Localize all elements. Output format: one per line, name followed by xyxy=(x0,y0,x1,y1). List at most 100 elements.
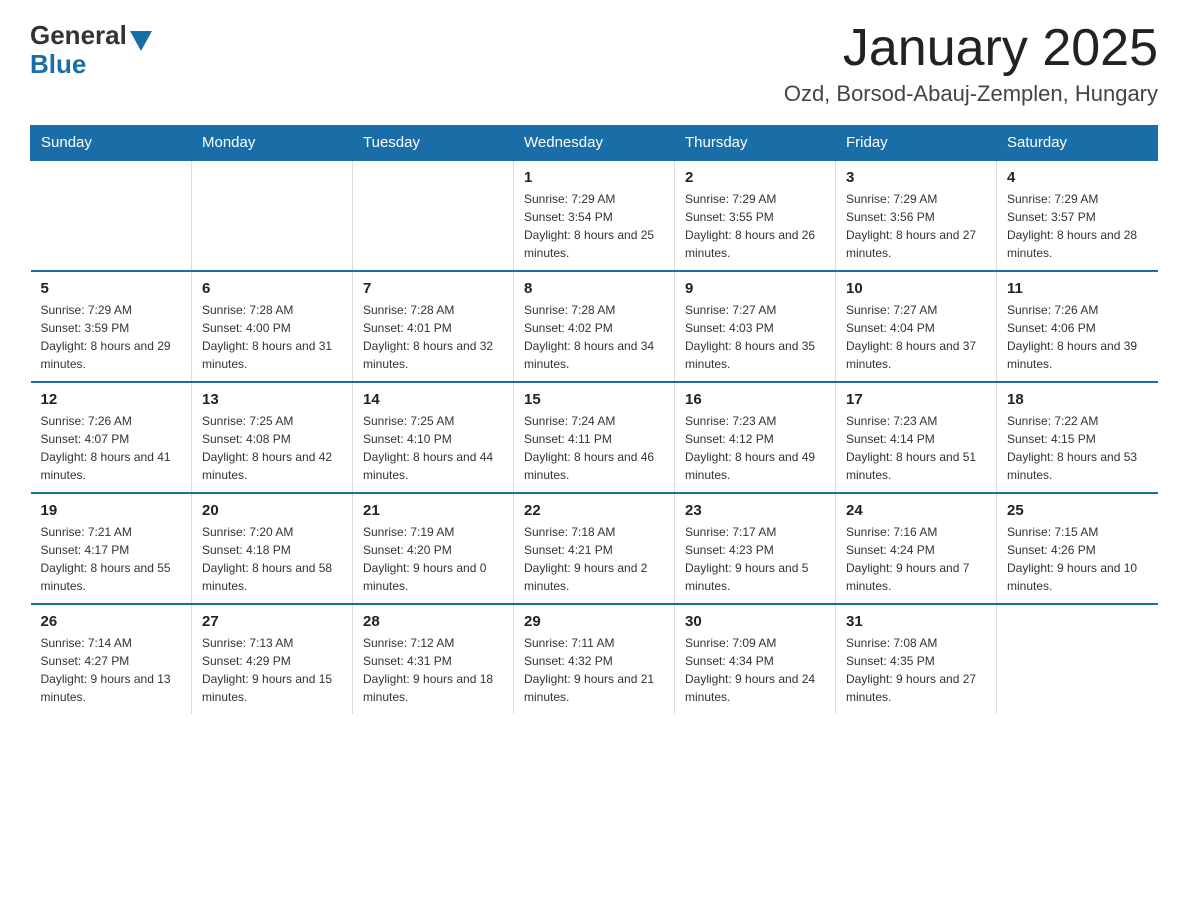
calendar-cell: 1Sunrise: 7:29 AMSunset: 3:54 PMDaylight… xyxy=(514,160,675,271)
day-info: Sunrise: 7:20 AMSunset: 4:18 PMDaylight:… xyxy=(202,523,342,595)
calendar-cell: 31 Sunrise: 7:08 AMSunset: 4:35 PMDayligh… xyxy=(836,604,997,714)
day-number: 1 xyxy=(524,169,664,186)
day-number: 4 xyxy=(1007,169,1148,186)
day-info: Sunrise: 7:15 AMSunset: 4:26 PMDaylight:… xyxy=(1007,523,1148,595)
calendar-cell xyxy=(997,604,1158,714)
day-info: Sunrise: 7:28 AMSunset: 4:02 PMDaylight:… xyxy=(524,301,664,373)
calendar-cell: 18 Sunrise: 7:22 AMSunset: 4:15 PMDayligh… xyxy=(997,382,1158,493)
calendar-cell xyxy=(192,160,353,271)
calendar-cell xyxy=(31,160,192,271)
calendar-cell: 24Sunrise: 7:16 AMSunset: 4:24 PMDayligh… xyxy=(836,493,997,604)
day-info: Sunrise: 7:18 AMSunset: 4:21 PMDaylight:… xyxy=(524,523,664,595)
weekday-header-thursday: Thursday xyxy=(675,126,836,161)
calendar-cell: 25 Sunrise: 7:15 AMSunset: 4:26 PMDayligh… xyxy=(997,493,1158,604)
day-number: 2 xyxy=(685,169,825,186)
calendar-week-row: 19 Sunrise: 7:21 AMSunset: 4:17 PMDayligh… xyxy=(31,493,1158,604)
weekday-header-saturday: Saturday xyxy=(997,126,1158,161)
calendar-cell: 5 Sunrise: 7:29 AMSunset: 3:59 PMDaylight… xyxy=(31,271,192,382)
day-number: 20 xyxy=(202,502,342,519)
day-number: 13 xyxy=(202,391,342,408)
day-number: 8 xyxy=(524,280,664,297)
day-info: Sunrise: 7:24 AMSunset: 4:11 PMDaylight:… xyxy=(524,412,664,484)
day-info: Sunrise: 7:26 AMSunset: 4:07 PMDaylight:… xyxy=(41,412,182,484)
calendar-cell: 4 Sunrise: 7:29 AMSunset: 3:57 PMDaylight… xyxy=(997,160,1158,271)
day-number: 17 xyxy=(846,391,986,408)
day-number: 30 xyxy=(685,613,825,630)
day-number: 11 xyxy=(1007,280,1148,297)
day-info: Sunrise: 7:25 AMSunset: 4:10 PMDaylight:… xyxy=(363,412,503,484)
day-number: 19 xyxy=(41,502,182,519)
day-info: Sunrise: 7:21 AMSunset: 4:17 PMDaylight:… xyxy=(41,523,182,595)
calendar-subtitle: Ozd, Borsod-Abauj-Zemplen, Hungary xyxy=(784,81,1158,107)
logo-general-text: General xyxy=(30,20,127,51)
day-info: Sunrise: 7:23 AMSunset: 4:12 PMDaylight:… xyxy=(685,412,825,484)
day-number: 29 xyxy=(524,613,664,630)
calendar-week-row: 12Sunrise: 7:26 AMSunset: 4:07 PMDayligh… xyxy=(31,382,1158,493)
weekday-header-row: SundayMondayTuesdayWednesdayThursdayFrid… xyxy=(31,126,1158,161)
calendar-cell: 21 Sunrise: 7:19 AMSunset: 4:20 PMDayligh… xyxy=(353,493,514,604)
calendar-week-row: 1Sunrise: 7:29 AMSunset: 3:54 PMDaylight… xyxy=(31,160,1158,271)
calendar-cell: 3 Sunrise: 7:29 AMSunset: 3:56 PMDaylight… xyxy=(836,160,997,271)
day-info: Sunrise: 7:29 AMSunset: 3:57 PMDaylight:… xyxy=(1007,190,1148,262)
day-number: 9 xyxy=(685,280,825,297)
day-number: 15 xyxy=(524,391,664,408)
day-info: Sunrise: 7:11 AMSunset: 4:32 PMDaylight:… xyxy=(524,634,664,706)
calendar-title: January 2025 xyxy=(784,20,1158,77)
day-info: Sunrise: 7:08 AMSunset: 4:35 PMDaylight:… xyxy=(846,634,986,706)
calendar-cell: 6 Sunrise: 7:28 AMSunset: 4:00 PMDaylight… xyxy=(192,271,353,382)
day-info: Sunrise: 7:28 AMSunset: 4:00 PMDaylight:… xyxy=(202,301,342,373)
day-info: Sunrise: 7:27 AMSunset: 4:04 PMDaylight:… xyxy=(846,301,986,373)
calendar-cell: 8 Sunrise: 7:28 AMSunset: 4:02 PMDaylight… xyxy=(514,271,675,382)
weekday-header-friday: Friday xyxy=(836,126,997,161)
day-number: 7 xyxy=(363,280,503,297)
calendar-cell: 29 Sunrise: 7:11 AMSunset: 4:32 PMDayligh… xyxy=(514,604,675,714)
day-info: Sunrise: 7:23 AMSunset: 4:14 PMDaylight:… xyxy=(846,412,986,484)
day-number: 16 xyxy=(685,391,825,408)
day-number: 21 xyxy=(363,502,503,519)
day-number: 28 xyxy=(363,613,503,630)
title-area: January 2025 Ozd, Borsod-Abauj-Zemplen, … xyxy=(784,20,1158,107)
weekday-header-wednesday: Wednesday xyxy=(514,126,675,161)
day-info: Sunrise: 7:29 AMSunset: 3:56 PMDaylight:… xyxy=(846,190,986,262)
calendar-cell: 16 Sunrise: 7:23 AMSunset: 4:12 PMDayligh… xyxy=(675,382,836,493)
day-info: Sunrise: 7:27 AMSunset: 4:03 PMDaylight:… xyxy=(685,301,825,373)
calendar-cell: 27Sunrise: 7:13 AMSunset: 4:29 PMDayligh… xyxy=(192,604,353,714)
day-number: 5 xyxy=(41,280,182,297)
day-number: 25 xyxy=(1007,502,1148,519)
calendar-cell: 23Sunrise: 7:17 AMSunset: 4:23 PMDayligh… xyxy=(675,493,836,604)
weekday-header-tuesday: Tuesday xyxy=(353,126,514,161)
logo: General Blue xyxy=(30,20,152,77)
calendar-week-row: 26Sunrise: 7:14 AMSunset: 4:27 PMDayligh… xyxy=(31,604,1158,714)
calendar-cell: 17 Sunrise: 7:23 AMSunset: 4:14 PMDayligh… xyxy=(836,382,997,493)
calendar-cell: 10Sunrise: 7:27 AMSunset: 4:04 PMDayligh… xyxy=(836,271,997,382)
calendar-table: SundayMondayTuesdayWednesdayThursdayFrid… xyxy=(30,125,1158,714)
day-info: Sunrise: 7:25 AMSunset: 4:08 PMDaylight:… xyxy=(202,412,342,484)
day-number: 22 xyxy=(524,502,664,519)
weekday-header-monday: Monday xyxy=(192,126,353,161)
calendar-cell: 14 Sunrise: 7:25 AMSunset: 4:10 PMDayligh… xyxy=(353,382,514,493)
day-info: Sunrise: 7:28 AMSunset: 4:01 PMDaylight:… xyxy=(363,301,503,373)
calendar-cell: 22 Sunrise: 7:18 AMSunset: 4:21 PMDayligh… xyxy=(514,493,675,604)
day-number: 31 xyxy=(846,613,986,630)
day-info: Sunrise: 7:17 AMSunset: 4:23 PMDaylight:… xyxy=(685,523,825,595)
day-info: Sunrise: 7:22 AMSunset: 4:15 PMDaylight:… xyxy=(1007,412,1148,484)
day-info: Sunrise: 7:14 AMSunset: 4:27 PMDaylight:… xyxy=(41,634,182,706)
calendar-cell: 13 Sunrise: 7:25 AMSunset: 4:08 PMDayligh… xyxy=(192,382,353,493)
calendar-cell: 19 Sunrise: 7:21 AMSunset: 4:17 PMDayligh… xyxy=(31,493,192,604)
logo-blue-text: Blue xyxy=(30,51,86,77)
day-number: 3 xyxy=(846,169,986,186)
day-info: Sunrise: 7:12 AMSunset: 4:31 PMDaylight:… xyxy=(363,634,503,706)
day-number: 14 xyxy=(363,391,503,408)
calendar-cell: 15 Sunrise: 7:24 AMSunset: 4:11 PMDayligh… xyxy=(514,382,675,493)
day-info: Sunrise: 7:16 AMSunset: 4:24 PMDaylight:… xyxy=(846,523,986,595)
calendar-cell: 7 Sunrise: 7:28 AMSunset: 4:01 PMDaylight… xyxy=(353,271,514,382)
calendar-cell: 28 Sunrise: 7:12 AMSunset: 4:31 PMDayligh… xyxy=(353,604,514,714)
day-info: Sunrise: 7:29 AMSunset: 3:59 PMDaylight:… xyxy=(41,301,182,373)
day-info: Sunrise: 7:26 AMSunset: 4:06 PMDaylight:… xyxy=(1007,301,1148,373)
day-number: 6 xyxy=(202,280,342,297)
weekday-header-sunday: Sunday xyxy=(31,126,192,161)
calendar-week-row: 5 Sunrise: 7:29 AMSunset: 3:59 PMDaylight… xyxy=(31,271,1158,382)
day-number: 18 xyxy=(1007,391,1148,408)
calendar-cell: 12Sunrise: 7:26 AMSunset: 4:07 PMDayligh… xyxy=(31,382,192,493)
day-info: Sunrise: 7:19 AMSunset: 4:20 PMDaylight:… xyxy=(363,523,503,595)
